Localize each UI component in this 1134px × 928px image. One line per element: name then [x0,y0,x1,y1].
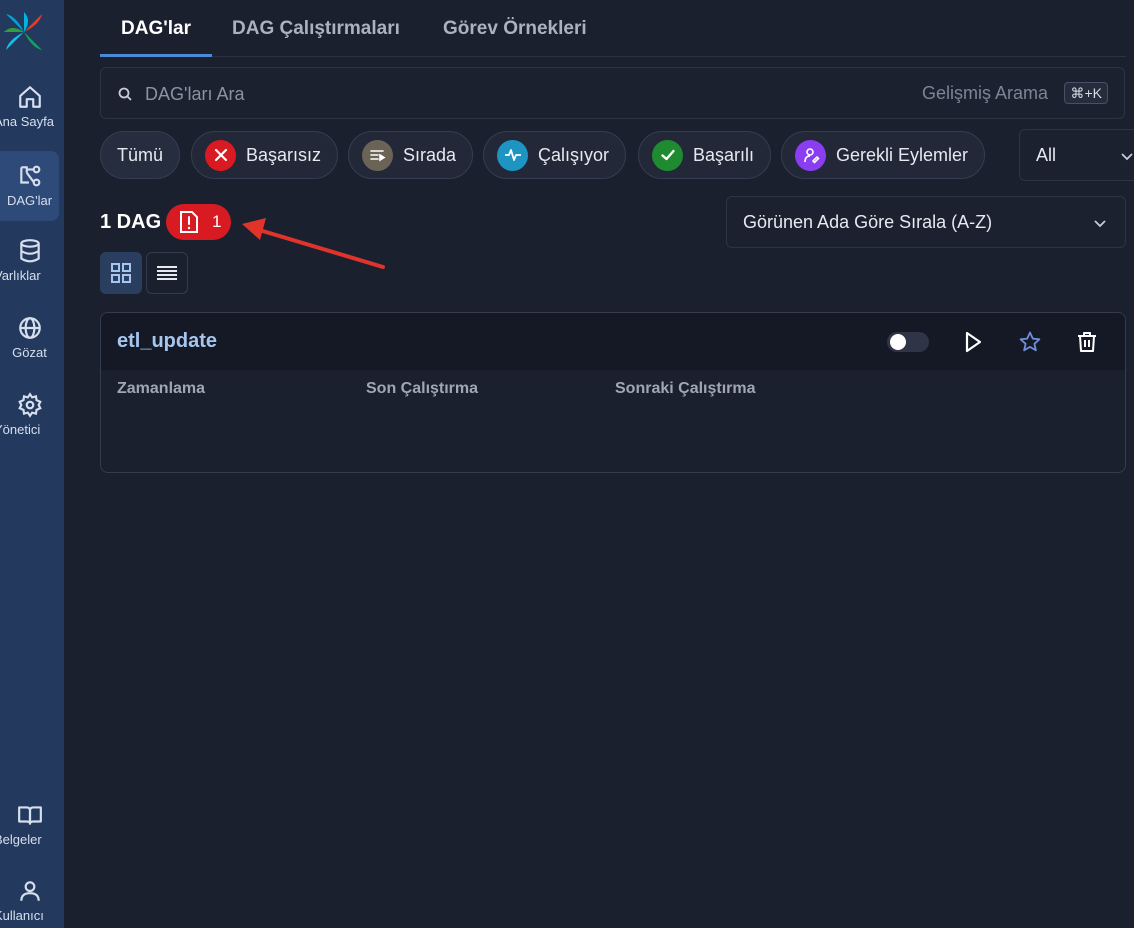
sort-select[interactable]: Görünen Ada Göre Sırala (A-Z) [726,196,1126,248]
star-icon[interactable] [1018,330,1042,354]
schedule-column-header: Zamanlama [117,380,206,397]
filter-label: Başarısız [246,144,322,165]
filter-label: Tümü [117,144,164,165]
chevron-down-icon [1094,220,1106,228]
toggle-knob [890,334,906,350]
book-icon [17,806,42,825]
advanced-search-link[interactable]: Gelişmiş Arama [922,83,1048,104]
sidebar-item-dags[interactable]: DAG'lar [0,151,59,221]
sort-value: Görünen Ada Göre Sırala (A-Z) [743,212,993,232]
sidebar-item-user[interactable]: Kullanıcı [0,866,59,928]
sidebar-item-label: Kullanıcı [0,908,44,923]
file-warning-icon [180,211,198,233]
database-icon [19,239,40,263]
last-run-column-header: Son Çalıştırma [366,380,479,397]
tab-dags[interactable]: DAG'lar [121,18,191,40]
sidebar-item-assets[interactable]: Varlıklar [0,226,59,296]
user-action-icon [795,139,826,171]
filter-label: Başarılı [693,144,755,165]
sidebar-item-browse[interactable]: Gözat [0,303,59,373]
table-view-button[interactable] [146,252,188,294]
sidebar-item-label: Belgeler [0,832,42,847]
tag-filter-select[interactable]: All [1019,129,1134,181]
queue-icon [362,139,393,171]
tab-task-instances[interactable]: Görev Örnekleri [443,18,587,40]
grid-icon [111,263,131,283]
sidebar-item-label: Ana Sayfa [0,114,54,129]
play-icon[interactable] [961,330,985,354]
tab-dag-runs[interactable]: DAG Çalıştırmaları [232,18,400,40]
trash-icon[interactable] [1075,330,1099,354]
dag-count: 1 DAG [100,211,162,233]
globe-icon [18,317,41,339]
sidebar-item-label: Yönetici [0,422,41,437]
annotation-arrow [242,218,385,269]
list-icon [157,266,177,280]
pulse-icon [497,139,528,171]
tag-filter-value: All [1036,145,1057,165]
sidebar-item-home[interactable]: Ana Sayfa [0,72,59,142]
sidebar: Ana Sayfa DAG'lar Varlıklar Gözat Yöneti… [0,0,64,928]
sidebar-item-docs[interactable]: Belgeler [0,790,59,860]
dag-icon [19,165,40,187]
filter-label: Sırada [403,144,457,165]
search-icon [118,87,132,101]
next-run-column-header: Sonraki Çalıştırma [615,380,756,397]
filter-label: Gerekli Eylemler [836,144,969,165]
x-circle-icon [205,139,236,171]
gear-icon [17,392,42,418]
chevron-down-icon [1121,153,1133,161]
filter-success-button[interactable]: Başarılı [638,131,772,179]
sidebar-item-admin[interactable]: Yönetici [0,380,59,450]
dag-name-link[interactable]: etl_update [117,330,217,353]
sidebar-item-label: Gözat [12,345,47,360]
active-tab-indicator [100,54,212,57]
filter-failed-button[interactable]: Başarısız [191,131,339,179]
sidebar-item-label: Varlıklar [0,268,41,283]
import-errors-badge[interactable]: 1 [166,204,231,240]
filter-required-actions-button[interactable]: Gerekli Eylemler [781,131,986,179]
filter-all-button[interactable]: Tümü [100,131,181,179]
import-error-count: 1 [212,212,222,231]
filter-running-button[interactable]: Çalışıyor [483,131,627,179]
filter-label: Çalışıyor [538,144,610,165]
top-tabs: DAG'lar DAG Çalıştırmaları Görev Örnekle… [100,0,1126,57]
dag-card: etl_update Zamanlama Son Çalıştırma Sonr… [100,312,1126,473]
filter-queued-button[interactable]: Sırada [348,131,474,179]
airflow-logo-icon[interactable] [2,10,46,54]
check-circle-icon [652,139,683,171]
card-view-button[interactable] [100,252,142,294]
home-icon [18,86,41,108]
user-icon [19,881,40,901]
sidebar-item-label: DAG'lar [6,193,53,208]
search-input[interactable] [145,80,845,108]
dag-card-header: etl_update [101,313,1125,370]
keyboard-shortcut-badge: ⌘+K [1064,82,1108,104]
search-bar: Gelişmiş Arama ⌘+K [100,67,1125,119]
pause-toggle[interactable] [887,332,929,352]
